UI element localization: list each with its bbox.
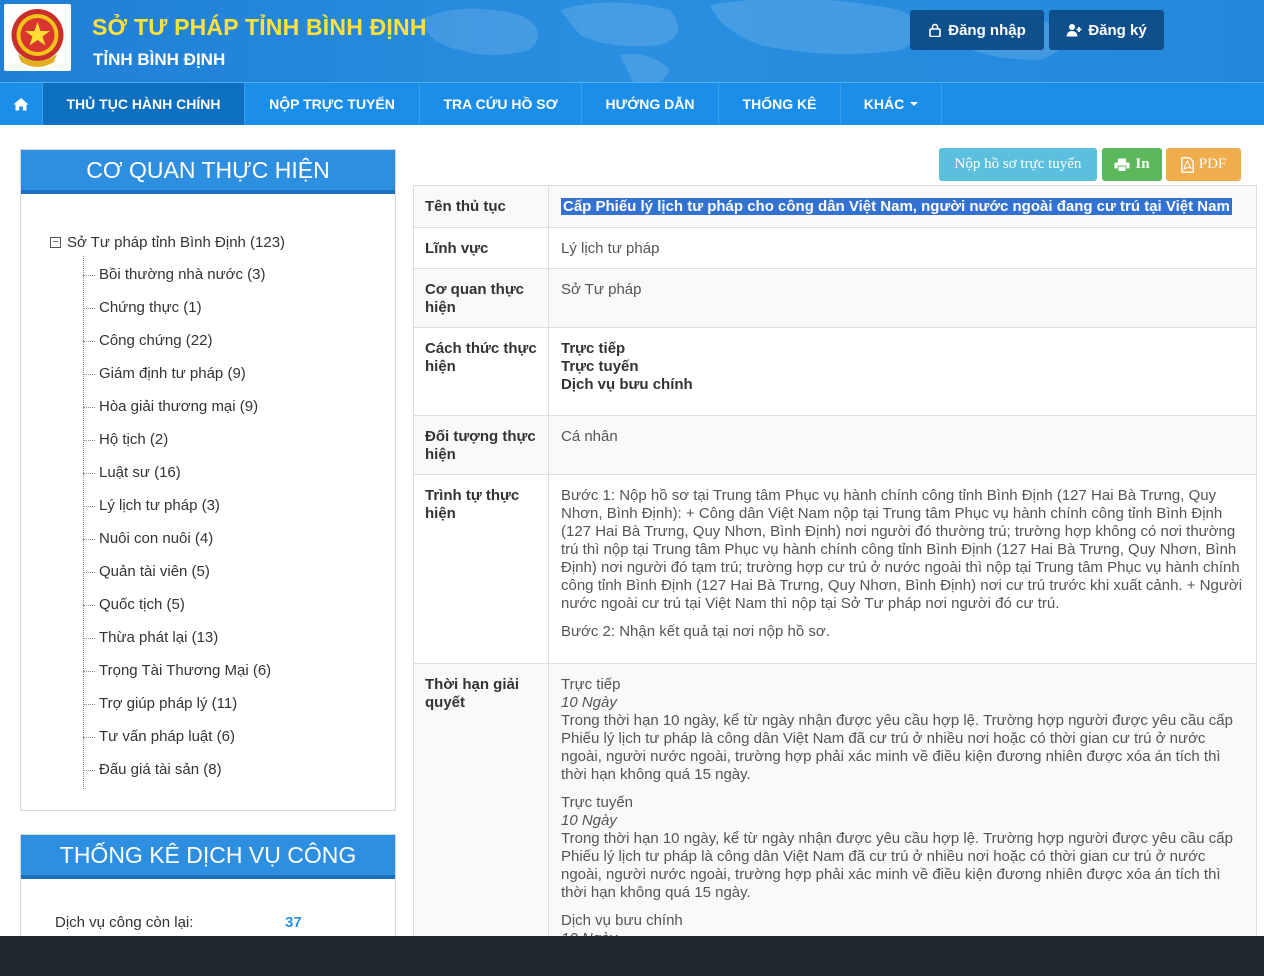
duration-days: 10 Ngày xyxy=(561,812,617,829)
login-button[interactable]: Đăng nhập xyxy=(910,10,1044,50)
tree-item[interactable]: Lý lịch tư pháp (3) xyxy=(83,497,220,514)
row-key: Thời hạn giải quyết xyxy=(414,664,549,944)
tree-item[interactable]: Luật sư (16) xyxy=(83,464,181,481)
tree-item[interactable]: Chứng thực (1) xyxy=(83,299,202,316)
table-row: Trình tự thực hiện Bước 1: Nộp hồ sơ tại… xyxy=(414,474,1256,663)
collapse-icon[interactable]: − xyxy=(50,237,61,248)
bottom-bar xyxy=(0,936,1264,976)
nav-thu-tuc-hanh-chinh[interactable]: THỦ TỤC HÀNH CHÍNH xyxy=(43,83,245,125)
tree-item[interactable]: Hòa giải thương mại (9) xyxy=(82,398,258,415)
table-row: Lĩnh vực Lý lịch tư pháp xyxy=(414,227,1256,268)
nav-label: KHÁC xyxy=(863,96,905,112)
row-key: Lĩnh vực xyxy=(414,228,549,268)
step-2: Bước 2: Nhận kết quả tại nơi nộp hồ sơ. xyxy=(561,623,830,640)
table-row: Cách thức thực hiện Trực tiếp Trực tuyến… xyxy=(414,327,1256,415)
duration-method: Trực tuyến xyxy=(561,794,634,811)
pdf-label: PDF xyxy=(1198,156,1227,172)
nav-huong-dan[interactable]: HƯỚNG DẪN xyxy=(582,83,719,125)
row-value: Cá nhân xyxy=(561,428,618,445)
row-key: Trình tự thực hiện xyxy=(414,475,549,663)
nav-tra-cuu-ho-so[interactable]: TRA CỨU HỒ SƠ xyxy=(420,83,582,125)
duration-days: 10 Ngày xyxy=(561,694,617,711)
table-row: Đối tượng thực hiện Cá nhân xyxy=(414,415,1256,474)
stat-value: 37 xyxy=(285,914,302,931)
row-value: Bước 1: Nộp hồ sơ tại Trung tâm Phục vụ … xyxy=(549,475,1256,651)
row-value: Lý lịch tư pháp xyxy=(561,240,660,257)
register-button[interactable]: Đăng ký xyxy=(1049,10,1164,50)
row-value: Cấp Phiếu lý lịch tư pháp cho công dân V… xyxy=(549,186,1256,216)
row-key: Tên thủ tục xyxy=(414,186,549,227)
duration-desc: Trong thời hạn 10 ngày, kể từ ngày nhận … xyxy=(561,830,1233,901)
stat-label: Dịch vụ công còn lại: xyxy=(55,914,194,931)
pdf-button[interactable]: PDF xyxy=(1166,148,1241,181)
lock-icon xyxy=(929,23,942,37)
tree-item[interactable]: Giám định tư pháp (9) xyxy=(83,365,246,382)
home-button[interactable] xyxy=(0,83,43,125)
row-value: Sở Tư pháp xyxy=(561,281,642,298)
tree-root-label: Sở Tư pháp tỉnh Bình Định (123) xyxy=(67,234,286,251)
main-nav: THỦ TỤC HÀNH CHÍNH NỘP TRỰC TUYẾN TRA CỨ… xyxy=(0,82,1264,125)
procedure-name[interactable]: Cấp Phiếu lý lịch tư pháp cho công dân V… xyxy=(561,198,1232,215)
site-subtitle: TỈNH BÌNH ĐỊNH xyxy=(93,50,226,69)
duration-block: Trực tiếp 10 Ngày Trong thời hạn 10 ngày… xyxy=(561,676,1244,784)
tree-item[interactable]: Trợ giúp pháp lý (11) xyxy=(82,695,237,712)
submit-online-button[interactable]: Nộp hồ sơ trực tuyến xyxy=(939,148,1097,181)
method-item: Trực tuyến xyxy=(561,358,639,375)
tree-item[interactable]: Thừa phát lại (13) xyxy=(82,629,218,646)
tree-item[interactable]: Tư vấn pháp luật (6) xyxy=(83,728,235,745)
table-row: Thời hạn giải quyết Trực tiếp 10 Ngày Tr… xyxy=(414,663,1256,944)
nav-label: TRA CỨU HỒ SƠ xyxy=(443,96,558,112)
row-value: Trực tiếp Trực tuyến Dịch vụ bưu chính xyxy=(549,328,1256,394)
nav-label: HƯỚNG DẪN xyxy=(605,96,695,112)
method-item: Dịch vụ bưu chính xyxy=(561,376,693,393)
site-title: SỞ TƯ PHÁP TỈNH BÌNH ĐỊNH xyxy=(92,14,427,40)
tree-item[interactable]: Quốc tịch (5) xyxy=(83,596,185,613)
row-key: Đối tượng thực hiện xyxy=(414,416,549,474)
tree-item[interactable]: Quản tài viên (5) xyxy=(83,563,210,580)
tree-item[interactable]: Nuôi con nuôi (4) xyxy=(82,530,213,547)
nav-thong-ke[interactable]: THỐNG KÊ xyxy=(719,83,841,125)
procedure-detail-table: Tên thủ tục Cấp Phiếu lý lịch tư pháp ch… xyxy=(413,185,1257,945)
row-key: Cách thức thực hiện xyxy=(414,328,549,415)
tree-item[interactable]: Bồi thường nhà nước (3) xyxy=(83,266,266,283)
row-value: Trực tiếp 10 Ngày Trong thời hạn 10 ngày… xyxy=(549,664,1256,944)
nav-label: THỦ TỤC HÀNH CHÍNH xyxy=(66,96,221,112)
tree-item[interactable]: Hộ tịch (2) xyxy=(82,431,168,448)
duration-block: Trực tuyến 10 Ngày Trong thời hạn 10 ngà… xyxy=(561,794,1244,902)
method-item: Trực tiếp xyxy=(561,340,626,357)
tree-item[interactable]: Công chứng (22) xyxy=(82,332,212,349)
register-label: Đăng ký xyxy=(1088,21,1147,39)
table-row: Tên thủ tục Cấp Phiếu lý lịch tư pháp ch… xyxy=(414,186,1256,227)
nav-label: NỘP TRỰC TUYẾN xyxy=(269,96,395,112)
print-button[interactable]: In xyxy=(1102,148,1162,181)
login-label: Đăng nhập xyxy=(948,21,1026,39)
stats-panel-title: THỐNG KÊ DỊCH VỤ CÔNG xyxy=(21,835,395,879)
nav-label: THỐNG KÊ xyxy=(742,96,817,112)
print-icon xyxy=(1114,158,1130,172)
file-pdf-icon xyxy=(1180,156,1194,173)
emblem-icon xyxy=(11,9,64,67)
duration-method: Trực tiếp xyxy=(561,676,621,693)
site-header: SỞ TƯ PHÁP TỈNH BÌNH ĐỊNH TỈNH BÌNH ĐỊNH… xyxy=(0,0,1264,82)
tree-item[interactable]: Trọng Tài Thương Mại (6) xyxy=(82,662,271,679)
nav-nop-truc-tuyen[interactable]: NỘP TRỰC TUYẾN xyxy=(245,83,420,125)
nav-khac-dropdown[interactable]: KHÁC xyxy=(841,83,942,125)
table-row: Cơ quan thực hiện Sở Tư pháp xyxy=(414,268,1256,327)
user-plus-icon xyxy=(1066,24,1082,37)
tree-item[interactable]: Đấu giá tài sản (8) xyxy=(83,761,222,778)
caret-down-icon xyxy=(910,102,919,106)
step-1: Bước 1: Nộp hồ sơ tại Trung tâm Phục vụ … xyxy=(561,487,1243,612)
duration-method: Dịch vụ bưu chính xyxy=(561,912,683,929)
duration-desc: Trong thời hạn 10 ngày, kể từ ngày nhận … xyxy=(561,712,1233,783)
tree-guide-line xyxy=(83,256,84,789)
logo[interactable] xyxy=(4,4,71,71)
home-icon xyxy=(13,98,29,111)
agency-panel-title: CƠ QUAN THỰC HIỆN xyxy=(21,150,395,194)
row-key: Cơ quan thực hiện xyxy=(414,269,549,327)
submit-online-label: Nộp hồ sơ trực tuyến xyxy=(954,156,1082,172)
print-label: In xyxy=(1135,156,1150,172)
tree-root-node[interactable]: − Sở Tư pháp tỉnh Bình Định (123) xyxy=(50,234,285,251)
